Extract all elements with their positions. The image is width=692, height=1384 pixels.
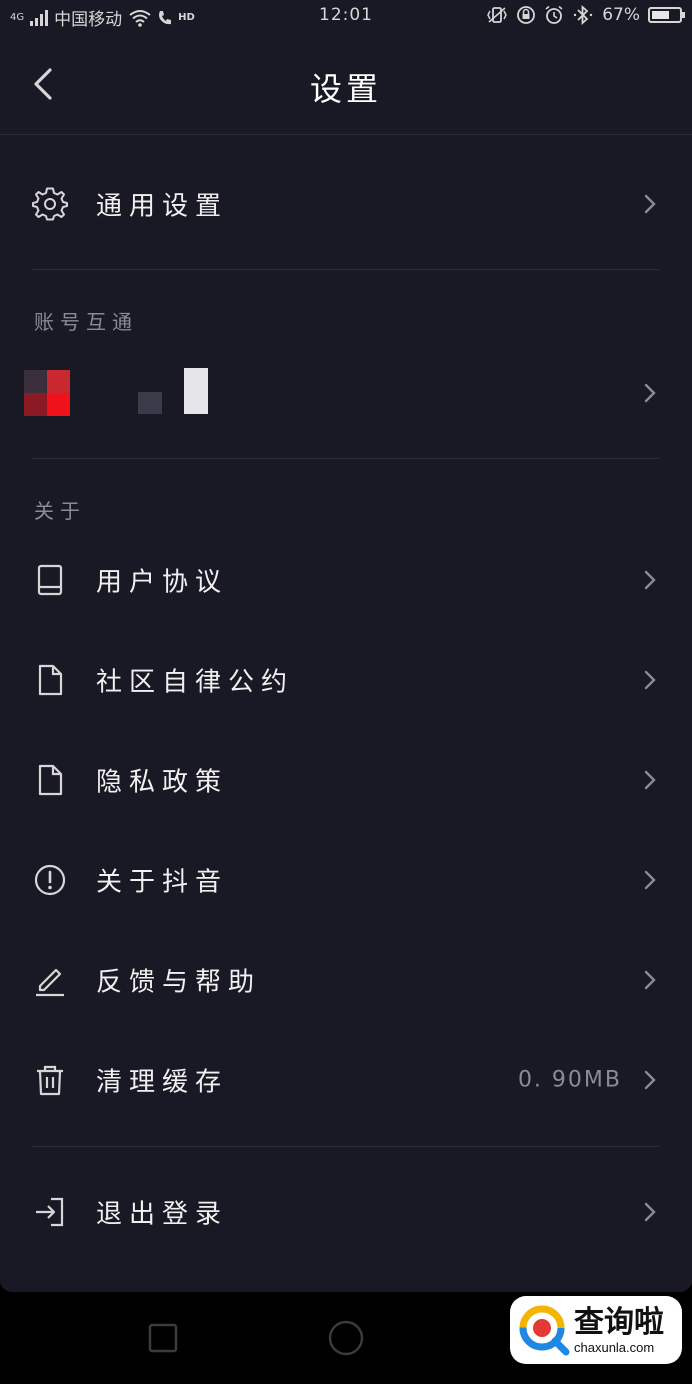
recent-apps-button[interactable] xyxy=(148,1323,178,1353)
rotation-lock-icon xyxy=(517,6,536,24)
book-icon xyxy=(37,564,63,596)
bluetooth-icon xyxy=(574,5,593,25)
general-settings-item[interactable]: 通用设置 xyxy=(0,154,692,254)
account-avatar xyxy=(24,370,70,416)
about-douyin-item[interactable]: 关于抖音 xyxy=(0,830,692,930)
chevron-right-icon xyxy=(644,1070,656,1090)
privacy-policy-label: 隐私政策 xyxy=(96,767,229,798)
magnifier-logo-icon xyxy=(519,1305,570,1356)
gear-icon xyxy=(32,187,68,221)
logout-item[interactable]: 退出登录 xyxy=(0,1162,692,1262)
battery-icon xyxy=(648,7,685,23)
watermark-logo: 查询啦 chaxunla.com xyxy=(510,1296,682,1364)
feedback-help-item[interactable]: 反馈与帮助 xyxy=(0,930,692,1030)
battery-percent: 67% xyxy=(602,5,640,25)
chevron-right-icon xyxy=(644,670,656,690)
document-icon xyxy=(38,664,63,696)
chevron-right-icon xyxy=(644,970,656,990)
chevron-right-icon xyxy=(644,194,656,214)
logout-icon xyxy=(36,1197,64,1227)
feedback-help-label: 反馈与帮助 xyxy=(96,967,262,998)
chevron-right-icon xyxy=(644,570,656,590)
divider xyxy=(32,269,660,270)
user-agreement-label: 用户协议 xyxy=(96,567,229,598)
status-bar: 4G 中国移动 HD 12:01 67% xyxy=(0,0,692,34)
alarm-icon xyxy=(545,5,563,24)
about-section-title: 关于 xyxy=(34,499,86,523)
account-name-redacted xyxy=(138,368,208,414)
home-button[interactable] xyxy=(327,1319,365,1357)
document-icon xyxy=(38,764,63,796)
watermark-en: chaxunla.com xyxy=(574,1339,655,1355)
watermark-cn: 查询啦 xyxy=(574,1304,664,1340)
chevron-right-icon xyxy=(644,1202,656,1222)
logout-label: 退出登录 xyxy=(96,1199,229,1230)
settings-screen: 4G 中国移动 HD 12:01 67% 设置 通用设置 账号互通 关于 用户协… xyxy=(0,0,692,1292)
chevron-right-icon xyxy=(644,383,656,403)
about-douyin-label: 关于抖音 xyxy=(96,867,229,898)
chevron-right-icon xyxy=(644,870,656,890)
linked-account-item[interactable] xyxy=(0,343,692,443)
nav-header: 设置 xyxy=(0,34,692,135)
divider xyxy=(32,1146,660,1147)
account-section-title: 账号互通 xyxy=(34,310,138,334)
privacy-policy-item[interactable]: 隐私政策 xyxy=(0,730,692,830)
page-title: 设置 xyxy=(309,70,382,108)
clear-cache-label: 清理缓存 xyxy=(96,1067,229,1098)
community-guidelines-label: 社区自律公约 xyxy=(96,667,295,698)
user-agreement-item[interactable]: 用户协议 xyxy=(0,530,692,630)
community-guidelines-item[interactable]: 社区自律公约 xyxy=(0,630,692,730)
info-circle-icon xyxy=(34,864,66,896)
chevron-right-icon xyxy=(644,770,656,790)
general-settings-label: 通用设置 xyxy=(96,191,229,222)
cache-size: 0. 90MB xyxy=(517,1067,622,1093)
clear-cache-item[interactable]: 清理缓存 0. 90MB xyxy=(0,1030,692,1130)
trash-icon xyxy=(37,1065,63,1096)
divider xyxy=(32,458,660,459)
pencil-icon xyxy=(36,968,64,997)
vibrate-icon xyxy=(487,7,508,23)
